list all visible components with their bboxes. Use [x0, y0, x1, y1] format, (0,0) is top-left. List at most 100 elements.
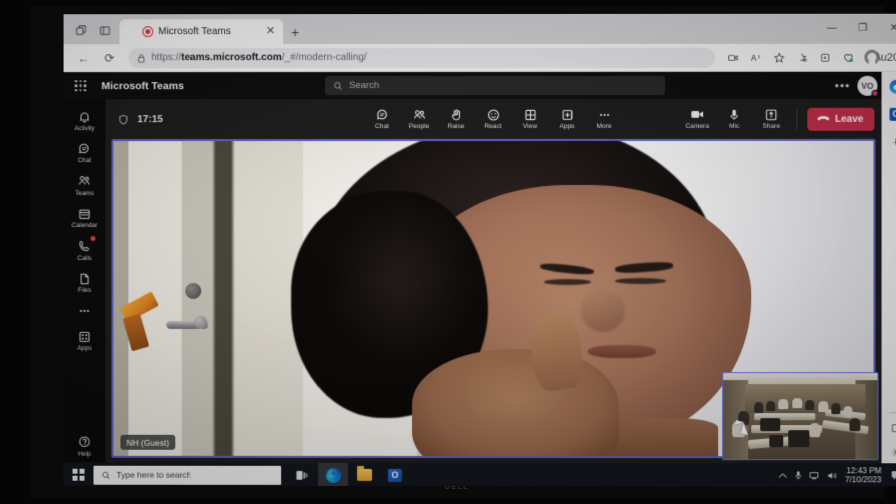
microphone-tray-icon[interactable]	[794, 470, 802, 481]
pip-attendee	[818, 401, 829, 412]
pip-chair	[760, 417, 781, 432]
browser-essentials-icon[interactable]	[837, 46, 859, 68]
call-control-more[interactable]: More	[586, 105, 623, 133]
tab-close-button[interactable]: ✕	[264, 25, 277, 37]
apps-icon	[76, 328, 93, 345]
address-bar[interactable]: https://teams.microsoft.com/_#/modern-ca…	[128, 47, 716, 68]
video-area: NH (Guest)	[105, 138, 881, 463]
sidebar-item-label: Teams	[75, 189, 94, 197]
sidebar-item-files[interactable]: Files	[65, 267, 105, 296]
collections-icon[interactable]	[814, 46, 836, 68]
pip-attendee	[809, 423, 821, 437]
people-icon	[412, 107, 426, 122]
file-explorer-icon[interactable]	[349, 463, 379, 486]
figure-eye-right	[615, 278, 667, 284]
apps-plus-icon	[560, 107, 574, 122]
call-control-label: React	[484, 123, 502, 131]
help-icon	[76, 433, 93, 450]
search-icon	[333, 81, 343, 91]
self-view-tile[interactable]	[722, 372, 879, 461]
tab-title: Microsoft Teams	[158, 26, 231, 38]
sidebar-item-chat[interactable]: Chat	[65, 138, 105, 167]
sidebar-item-calls[interactable]: Calls	[65, 235, 105, 264]
split-screen-icon[interactable]	[890, 422, 896, 434]
call-control-share[interactable]: Share	[753, 105, 790, 133]
teams-icon	[76, 173, 93, 190]
sidebar-item-label: Activity	[74, 125, 95, 133]
call-control-label: Chat	[375, 123, 389, 131]
tab-list-icon[interactable]	[93, 20, 115, 40]
call-control-label: More	[596, 123, 612, 131]
teams-title: Microsoft Teams	[101, 79, 184, 92]
read-aloud-icon[interactable]: A	[745, 46, 767, 68]
tab-actions-group	[64, 20, 120, 44]
volume-tray-icon[interactable]	[826, 471, 838, 480]
network-tray-icon[interactable]	[808, 471, 820, 480]
teams-app: Microsoft Teams Search ••• VO Activity C…	[63, 71, 882, 464]
sidebar-item-more[interactable]	[65, 299, 105, 322]
url-domain: teams.microsoft.com	[181, 52, 282, 64]
call-control-mic[interactable]: Mic	[716, 105, 753, 133]
call-control-label: Raise	[447, 123, 465, 131]
reload-button[interactable]: ⟳	[97, 47, 121, 69]
outlook-icon[interactable]	[380, 463, 410, 486]
start-button[interactable]	[64, 469, 94, 481]
call-control-camera[interactable]: Camera	[679, 105, 716, 133]
taskbar-search-input[interactable]: Type here to search	[93, 465, 282, 485]
action-center-icon[interactable]: 1	[889, 466, 896, 484]
back-button[interactable]: ←	[72, 47, 96, 69]
pip-attendee	[843, 405, 853, 418]
window-maximize-button[interactable]: ❐	[847, 16, 878, 40]
search-placeholder: Search	[349, 80, 380, 92]
leave-button[interactable]: Leave	[806, 107, 875, 131]
favorites-icon[interactable]	[768, 46, 790, 68]
door-lock	[185, 282, 202, 299]
call-control-react[interactable]: React	[475, 105, 512, 133]
sidebar-item-help[interactable]: Help	[65, 430, 105, 459]
edge-icon[interactable]	[318, 462, 349, 487]
door-handle	[166, 320, 209, 329]
window-minimize-button[interactable]: —	[816, 16, 847, 40]
settings-more-icon[interactable]: \u2026	[878, 46, 896, 68]
recording-icon	[142, 26, 154, 38]
sidebar-item-apps[interactable]: Apps	[65, 325, 105, 354]
copilot-icon[interactable]	[886, 77, 896, 97]
address-bar-url: https://teams.microsoft.com/_#/modern-ca…	[151, 52, 366, 63]
sidebar-item-calendar[interactable]: Calendar	[65, 202, 105, 231]
app-launcher-icon[interactable]	[64, 79, 98, 92]
outlook-icon[interactable]	[886, 104, 896, 124]
sidebar-item-label: Calendar	[71, 222, 98, 230]
url-path: /_#/modern-calling/	[281, 52, 367, 64]
call-control-people[interactable]: People	[401, 105, 438, 133]
new-tab-button[interactable]: +	[291, 24, 299, 40]
add-favorite-icon[interactable]	[791, 46, 813, 68]
system-tray: 12:43 PM 7/10/2023 1	[777, 466, 896, 485]
tab-actions-icon[interactable]	[70, 20, 92, 40]
sidebar-item-label: Help	[77, 450, 92, 458]
sidebar-item-activity[interactable]: Activity	[65, 105, 105, 134]
task-view-icon[interactable]	[287, 463, 317, 486]
taskbar-clock[interactable]: 12:43 PM 7/10/2023	[845, 466, 882, 485]
sidebar-settings-icon[interactable]	[890, 446, 896, 458]
figure-brow-right	[614, 260, 674, 274]
browser-sidebar: +	[881, 71, 896, 464]
call-control-apps[interactable]: Apps	[549, 105, 586, 133]
show-hidden-icons-button[interactable]	[777, 472, 787, 479]
call-control-chat[interactable]: Chat	[364, 105, 401, 133]
call-device-controls: Camera Mic Share Leave	[679, 105, 875, 133]
search-input[interactable]: Search	[325, 75, 666, 96]
screencast-icon[interactable]	[722, 46, 744, 68]
call-control-raise[interactable]: Raise	[438, 105, 475, 133]
call-control-view[interactable]: View	[512, 105, 549, 133]
clock-time: 12:43 PM	[846, 465, 882, 475]
call-control-label: Apps	[559, 123, 575, 131]
teams-more-icon[interactable]: •••	[835, 78, 851, 92]
smiley-icon	[486, 107, 500, 122]
avatar[interactable]: VO	[857, 75, 879, 97]
browser-tab-microsoft-teams[interactable]: Microsoft Teams ✕	[119, 19, 284, 45]
svg-text:A: A	[751, 53, 757, 62]
sidebar-item-teams[interactable]: Teams	[65, 170, 105, 199]
window-close-button[interactable]: ✕	[878, 16, 896, 40]
pip-attendee	[849, 417, 861, 432]
add-sidebar-app-button[interactable]: +	[886, 131, 896, 151]
